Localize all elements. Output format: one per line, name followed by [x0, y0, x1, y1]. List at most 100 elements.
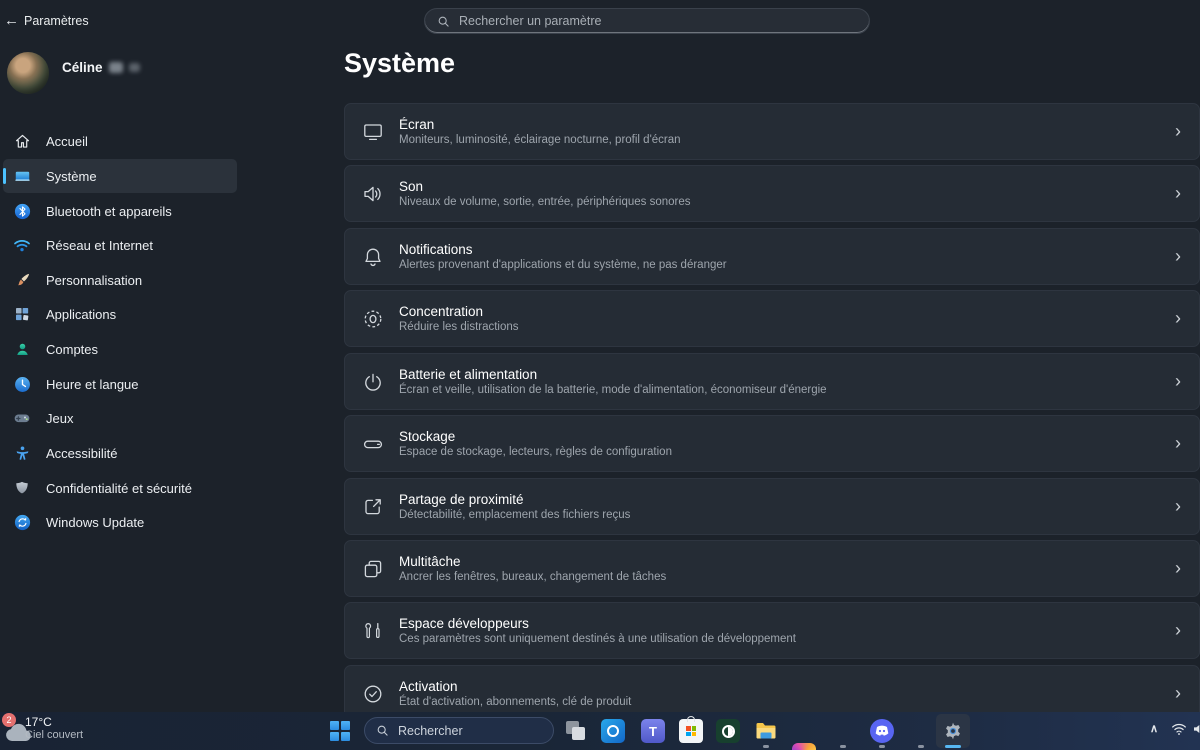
sidebar-item-label: Accueil: [46, 134, 88, 149]
activation-check-icon: [361, 682, 385, 706]
sidebar-item-reseau[interactable]: Réseau et Internet: [3, 228, 237, 262]
task-view-button[interactable]: [566, 721, 586, 741]
card-title: Espace développeurs: [399, 615, 1175, 632]
chevron-right-icon: ›: [1175, 371, 1181, 392]
card-subtitle: État d'activation, abonnements, clé de p…: [399, 695, 1175, 710]
settings-card-stockage[interactable]: StockageEspace de stockage, lecteurs, rè…: [344, 415, 1200, 472]
running-indicator: [918, 745, 924, 748]
sidebar-item-accueil[interactable]: Accueil: [3, 124, 237, 158]
bell-icon: [361, 245, 385, 269]
sidebar-item-label: Accessibilité: [46, 446, 118, 461]
gamepad-icon: [12, 408, 32, 428]
user-name: Céline: [62, 60, 103, 75]
card-title: Écran: [399, 116, 1175, 133]
blurred-status-icon: [129, 63, 140, 72]
search-icon: [376, 724, 389, 737]
tray-wifi-icon[interactable]: [1171, 722, 1187, 741]
sidebar-item-heure-langue[interactable]: Heure et langue: [3, 367, 237, 401]
sidebar-item-comptes[interactable]: Comptes: [3, 332, 237, 366]
focus-icon: [361, 307, 385, 331]
start-button[interactable]: [330, 721, 350, 741]
card-title: Activation: [399, 678, 1175, 695]
brush-icon: [12, 270, 32, 290]
weather-widget[interactable]: 2 17°C Ciel couvert: [0, 712, 110, 750]
nearby-share-icon: [361, 495, 385, 519]
outlook-icon[interactable]: [601, 719, 625, 743]
bluetooth-icon: [12, 201, 32, 221]
taskbar-search[interactable]: Rechercher: [364, 717, 554, 744]
taskbar-search-label: Rechercher: [398, 724, 463, 738]
back-arrow-icon[interactable]: ←: [4, 12, 19, 29]
settings-card-developpeurs[interactable]: Espace développeursCes paramètres sont u…: [344, 602, 1200, 659]
page-title: Système: [344, 48, 455, 79]
update-icon: [12, 512, 32, 532]
copilot-icon[interactable]: PCNA: [792, 743, 816, 750]
taskbar: 2 17°C Ciel couvert Rechercher T PCNA C …: [0, 712, 1200, 750]
card-subtitle: Alertes provenant d'applications et du s…: [399, 258, 1175, 273]
settings-card-notifications[interactable]: NotificationsAlertes provenant d'applica…: [344, 228, 1200, 285]
blurred-status-icon: [109, 62, 123, 73]
tray-volume-icon[interactable]: [1192, 722, 1200, 741]
settings-card-multitache[interactable]: MultitâcheAncrer les fenêtres, bureaux, …: [344, 540, 1200, 597]
settings-card-partage[interactable]: Partage de proximitéDétectabilité, empla…: [344, 478, 1200, 535]
teams-icon[interactable]: T: [641, 719, 665, 743]
sidebar-item-bluetooth[interactable]: Bluetooth et appareils: [3, 194, 237, 228]
card-title: Son: [399, 178, 1175, 195]
settings-window: ← Paramètres Céline Accueil Système Blue…: [0, 0, 1200, 750]
card-subtitle: Espace de stockage, lecteurs, règles de …: [399, 445, 1175, 460]
sidebar-item-label: Applications: [46, 307, 116, 322]
card-title: Batterie et alimentation: [399, 366, 1175, 383]
discord-icon[interactable]: [870, 719, 894, 743]
gear-icon: [936, 714, 970, 748]
dev-tools-icon: [361, 619, 385, 643]
sidebar-item-windows-update[interactable]: Windows Update: [3, 505, 237, 539]
sidebar-item-personnalisation[interactable]: Personnalisation: [3, 263, 237, 297]
sidebar-item-label: Confidentialité et sécurité: [46, 481, 192, 496]
tray-show-hidden-icons[interactable]: ∧: [1150, 722, 1158, 735]
sidebar-item-label: Bluetooth et appareils: [46, 204, 172, 219]
card-title: Stockage: [399, 428, 1175, 445]
shield-icon: [12, 478, 32, 498]
card-subtitle: Écran et veille, utilisation de la batte…: [399, 383, 1175, 398]
chevron-right-icon: ›: [1175, 246, 1181, 267]
chevron-right-icon: ›: [1175, 683, 1181, 704]
file-explorer-icon[interactable]: [754, 719, 778, 743]
sidebar-item-label: Jeux: [46, 411, 73, 426]
card-subtitle: Réduire les distractions: [399, 320, 1175, 335]
card-subtitle: Moniteurs, luminosité, éclairage nocturn…: [399, 133, 1175, 148]
card-title: Multitâche: [399, 553, 1175, 570]
sidebar-item-label: Heure et langue: [46, 377, 139, 392]
running-indicator: [879, 745, 885, 748]
settings-card-batterie[interactable]: Batterie et alimentationÉcran et veille,…: [344, 353, 1200, 410]
sidebar-item-confidentialite[interactable]: Confidentialité et sécurité: [3, 471, 237, 505]
sound-icon: [361, 182, 385, 206]
settings-search-input[interactable]: [459, 14, 857, 28]
chevron-right-icon: ›: [1175, 308, 1181, 329]
account-icon: [12, 339, 32, 359]
chevron-right-icon: ›: [1175, 496, 1181, 517]
sidebar-item-label: Windows Update: [46, 515, 144, 530]
card-subtitle: Détectabilité, emplacement des fichiers …: [399, 508, 1175, 523]
chevron-right-icon: ›: [1175, 121, 1181, 142]
sidebar-item-accessibilite[interactable]: Accessibilité: [3, 436, 237, 470]
apps-icon: [12, 304, 32, 324]
weather-temp: 17°C: [25, 715, 52, 729]
sidebar-item-label: Réseau et Internet: [46, 238, 153, 253]
settings-app-active[interactable]: [936, 714, 970, 748]
microsoft-store-icon[interactable]: [679, 719, 703, 743]
settings-card-son[interactable]: SonNiveaux de volume, sortie, entrée, pé…: [344, 165, 1200, 222]
sidebar-item-jeux[interactable]: Jeux: [3, 401, 237, 435]
accessibility-icon: [12, 443, 32, 463]
user-avatar[interactable]: [7, 52, 49, 94]
user-row[interactable]: Céline: [62, 60, 140, 75]
storage-icon: [361, 432, 385, 456]
sidebar-item-label: Comptes: [46, 342, 98, 357]
weather-condition: Ciel couvert: [25, 729, 83, 741]
sidebar-item-applications[interactable]: Applications: [3, 297, 237, 331]
card-subtitle: Niveaux de volume, sortie, entrée, périp…: [399, 195, 1175, 210]
settings-card-concentration[interactable]: ConcentrationRéduire les distractions ›: [344, 290, 1200, 347]
sidebar-item-systeme[interactable]: Système: [3, 159, 237, 193]
settings-search-box[interactable]: [424, 8, 870, 34]
green-circle-app-icon[interactable]: [716, 719, 740, 743]
settings-card-ecran[interactable]: ÉcranMoniteurs, luminosité, éclairage no…: [344, 103, 1200, 160]
